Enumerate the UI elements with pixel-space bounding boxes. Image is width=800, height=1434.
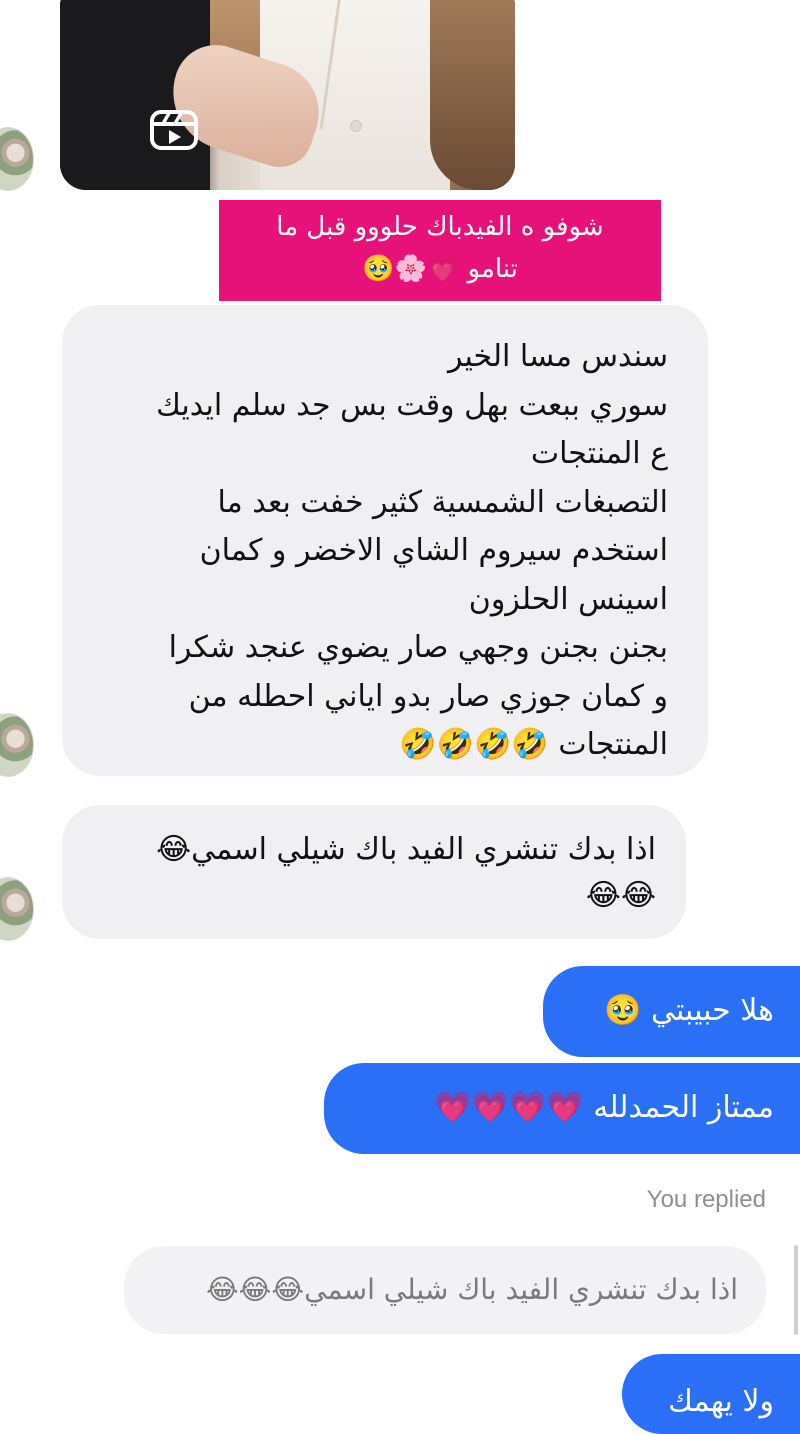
reels-icon — [150, 110, 198, 150]
shared-reel-preview[interactable] — [60, 0, 515, 190]
quoted-text: اذا بدك تنشري الفيد باك شيلي اسمي😂😂😂 — [205, 1273, 738, 1306]
message-line: سوري ببعت بهل وقت بس جد سلم ايديك — [156, 387, 668, 423]
message-line: المنتجات 🤣🤣🤣🤣 — [399, 727, 668, 762]
message-text: هلا حبيبتي 🥹 — [604, 993, 774, 1028]
message-line: اسينس الحلزون — [468, 581, 668, 617]
incoming-message-bubble[interactable]: سندس مسا الخير سوري ببعت بهل وقت بس جد س… — [62, 305, 708, 776]
message-text: ممتاز الحمدلله 💗💗💗💗 — [434, 1090, 774, 1125]
message-line: استخدم سيروم الشاي الاخضر و كمان — [199, 533, 668, 568]
outgoing-message-bubble[interactable]: ممتاز الحمدلله 💗💗💗💗 — [324, 1063, 800, 1154]
reel-thumbnail-hair-right — [430, 0, 515, 190]
outgoing-message-bubble[interactable]: هلا حبيبتي 🥹 — [543, 966, 800, 1057]
quoted-message[interactable]: اذا بدك تنشري الفيد باك شيلي اسمي😂😂😂 — [124, 1246, 766, 1334]
message-line: ع المنتجات — [530, 436, 668, 471]
message-line: التصبغات الشمسية كثير خفت بعد ما — [217, 484, 668, 520]
caption-line: شوفو ه الفيدباك حلووو قبل ما — [276, 212, 604, 242]
caption-line: تنامو 💗🌸🥹 — [362, 254, 518, 284]
message-line: بجنن بجنن وجهي صار يضوي عنجد شكرا — [168, 630, 668, 665]
sender-avatar[interactable] — [0, 127, 34, 191]
reel-caption-box: شوفو ه الفيدباك حلووو قبل ما تنامو 💗🌸🥹 — [219, 200, 661, 301]
reel-thumbnail-button — [350, 120, 362, 132]
outgoing-reply-bubble[interactable]: ولا يهمك — [622, 1354, 800, 1434]
message-text: ولا يهمك — [668, 1384, 774, 1419]
sender-avatar[interactable] — [0, 877, 34, 941]
message-line: سندس مسا الخير — [447, 339, 668, 374]
incoming-message-bubble[interactable]: اذا بدك تنشري الفيد باك شيلي اسمي😂 😂😂 — [62, 805, 686, 939]
sender-avatar[interactable] — [0, 713, 34, 777]
replied-label: You replied — [646, 1186, 766, 1213]
message-line: و كمان جوزي صار بدو اياني احطله من — [188, 678, 668, 714]
quote-indicator-bar — [794, 1245, 798, 1335]
message-line: 😂😂 — [585, 878, 656, 913]
message-line: اذا بدك تنشري الفيد باك شيلي اسمي😂 — [156, 832, 656, 867]
